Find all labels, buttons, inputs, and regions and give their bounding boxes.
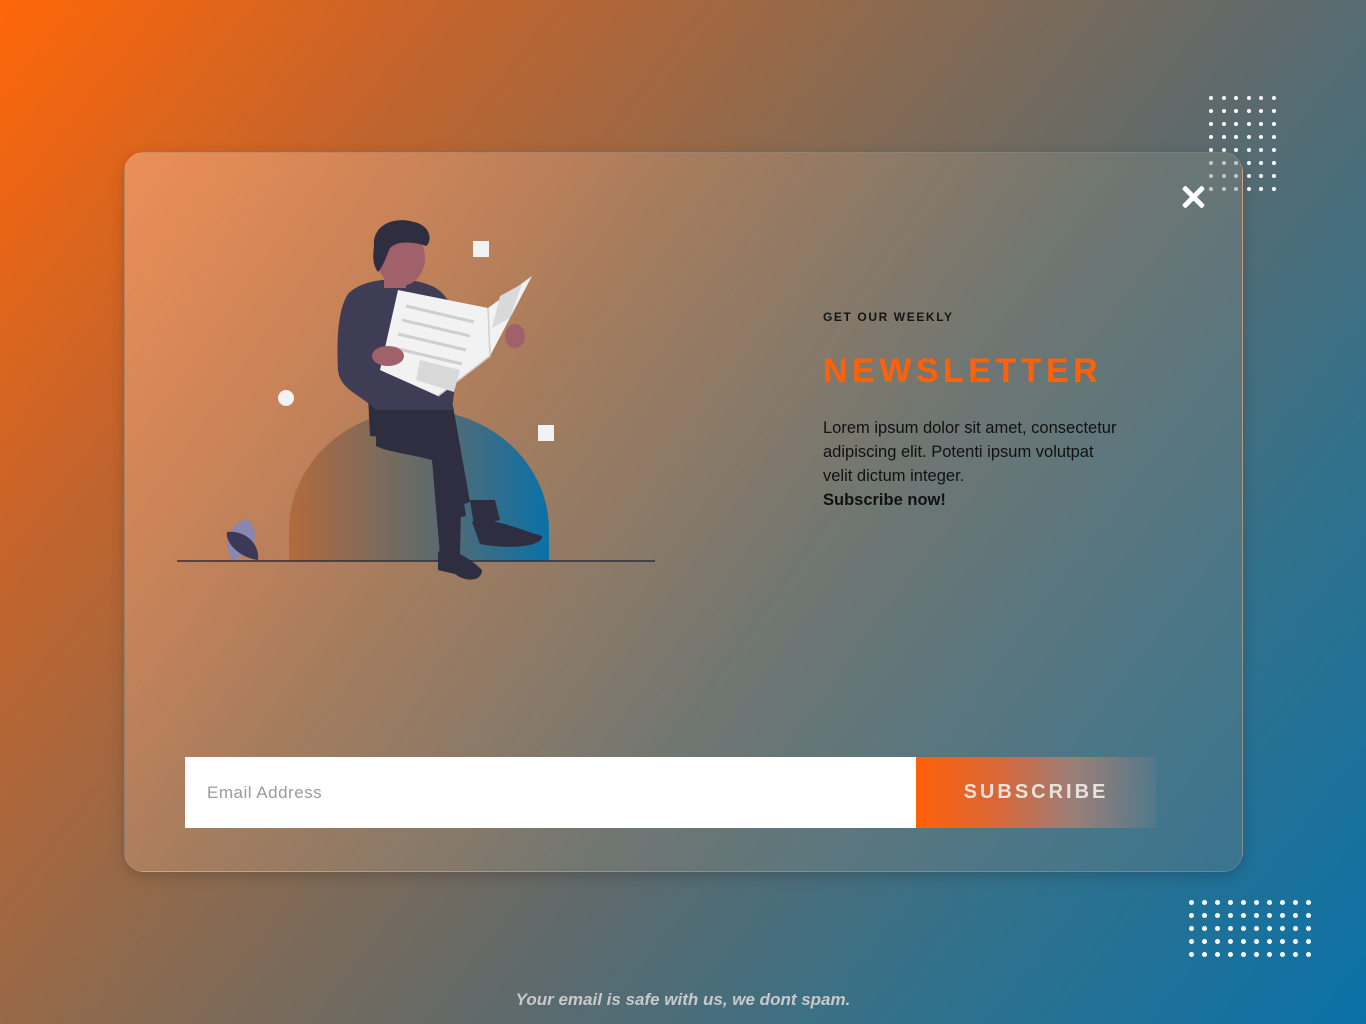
decorative-dot	[1271, 96, 1276, 100]
decorative-dot	[1246, 122, 1251, 126]
decorative-dot	[1228, 913, 1233, 918]
newsletter-headline: NEWSLETTER	[823, 352, 1103, 390]
decorative-dot	[1271, 135, 1276, 139]
decorative-dot	[1215, 952, 1220, 957]
decorative-dot	[1215, 913, 1220, 918]
decorative-dot	[1234, 148, 1238, 152]
decorative-dot	[1306, 926, 1311, 931]
decorative-dot	[1202, 926, 1207, 931]
decorative-dot	[1189, 900, 1194, 905]
decorative-dot	[1241, 939, 1246, 944]
decorative-dot	[1241, 913, 1246, 918]
decorative-dot	[1215, 939, 1220, 944]
decorative-dot	[1267, 926, 1272, 931]
decorative-dot	[1241, 900, 1246, 905]
decorative-dot	[1189, 952, 1194, 957]
decorative-dot	[1254, 926, 1259, 931]
dot-pattern-bottom	[1189, 900, 1311, 957]
decorative-dot	[1228, 952, 1233, 957]
decorative-dot	[1234, 135, 1238, 139]
newsletter-description-block: Lorem ipsum dolor sit amet, consectetur …	[823, 416, 1123, 512]
decorative-dot	[1267, 939, 1272, 944]
decorative-dot	[1254, 939, 1259, 944]
decorative-dot	[1306, 952, 1311, 957]
decorative-dot	[1280, 900, 1285, 905]
decorative-dot	[1246, 96, 1251, 100]
decorative-dot	[1259, 161, 1263, 165]
decorative-dot	[1221, 96, 1226, 100]
decorative-dot	[1241, 952, 1246, 957]
decorative-dot	[1246, 109, 1251, 113]
decorative-dot	[1280, 939, 1285, 944]
email-input[interactable]	[185, 757, 916, 828]
decorative-dot	[1202, 952, 1207, 957]
decorative-dot	[1259, 174, 1263, 178]
decorative-dot	[1221, 109, 1226, 113]
decorative-dot	[1215, 926, 1220, 931]
decorative-dot	[1306, 900, 1311, 905]
decorative-dot	[1241, 926, 1246, 931]
decorative-dot	[1246, 161, 1251, 165]
decorative-dot	[1259, 148, 1263, 152]
decorative-dot	[1259, 135, 1263, 139]
decorative-dot	[1293, 926, 1298, 931]
close-icon[interactable]	[1181, 184, 1207, 210]
decorative-dot	[1246, 135, 1251, 139]
decorative-dot	[1306, 913, 1311, 918]
decorative-dot	[1215, 900, 1220, 905]
decorative-dot	[1271, 109, 1276, 113]
decorative-dot	[1234, 109, 1238, 113]
decorative-dot	[1280, 952, 1285, 957]
decorative-dot	[1209, 122, 1213, 126]
decorative-dot	[1202, 913, 1207, 918]
decorative-dot	[1246, 174, 1251, 178]
decorative-dot	[1271, 122, 1276, 126]
decorative-dot	[1189, 939, 1194, 944]
decorative-dot	[1209, 109, 1213, 113]
decorative-dot	[1228, 900, 1233, 905]
decorative-dot	[1221, 135, 1226, 139]
spam-disclaimer: Your email is safe with us, we dont spam…	[515, 990, 851, 1009]
decorative-dot	[1254, 952, 1259, 957]
decorative-dot	[1202, 939, 1207, 944]
reading-man-illustration	[177, 220, 655, 580]
decorative-dot	[1271, 174, 1276, 178]
newsletter-kicker: GET OUR WEEKLY	[823, 310, 954, 324]
decorative-dot	[1267, 913, 1272, 918]
decorative-dot	[1228, 939, 1233, 944]
decorative-dot	[1293, 939, 1298, 944]
decorative-dot	[1293, 913, 1298, 918]
decorative-dot	[1246, 148, 1251, 152]
decorative-dot	[1259, 96, 1263, 100]
decorative-dot	[1293, 952, 1298, 957]
decorative-dot	[1293, 900, 1298, 905]
decorative-dot	[1202, 900, 1207, 905]
decorative-dot	[1306, 939, 1311, 944]
subscribe-button[interactable]: SUBSCRIBE	[916, 757, 1156, 828]
decorative-dot	[1234, 122, 1238, 126]
decorative-dot	[1280, 926, 1285, 931]
decorative-dot	[1267, 900, 1272, 905]
subscribe-now-text: Subscribe now!	[823, 491, 946, 509]
decorative-dot	[1271, 161, 1276, 165]
decorative-dot	[1234, 96, 1238, 100]
decorative-dot	[1209, 96, 1213, 100]
decorative-dot	[1209, 135, 1213, 139]
decorative-dot	[1189, 913, 1194, 918]
decorative-dot	[1221, 122, 1226, 126]
decorative-dot	[1259, 122, 1263, 126]
decorative-dot	[1267, 952, 1272, 957]
decorative-dot	[1246, 187, 1251, 191]
decorative-dot	[1189, 926, 1194, 931]
newsletter-description: Lorem ipsum dolor sit amet, consectetur …	[823, 419, 1117, 485]
decorative-dot	[1254, 900, 1259, 905]
decorative-dot	[1254, 913, 1259, 918]
decorative-dot	[1280, 913, 1285, 918]
decorative-dot	[1228, 926, 1233, 931]
decorative-dot	[1271, 187, 1276, 191]
decorative-dot	[1271, 148, 1276, 152]
decorative-dot	[1259, 187, 1263, 191]
decorative-dot	[1259, 109, 1263, 113]
